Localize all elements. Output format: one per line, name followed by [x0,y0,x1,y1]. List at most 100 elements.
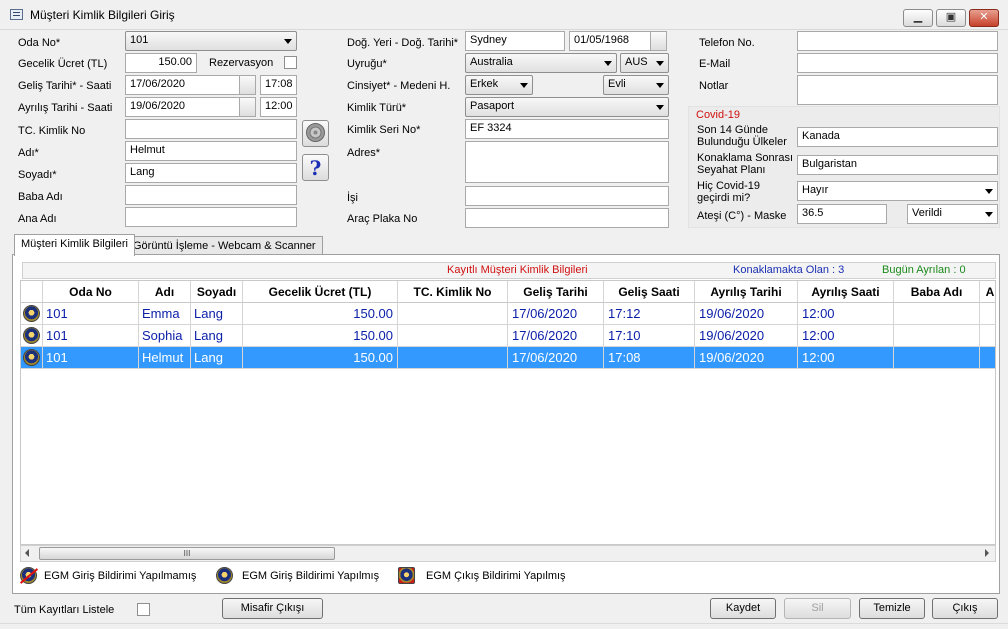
ana-input[interactable] [125,207,297,227]
notlar-label: Notlar [699,80,729,92]
legend-item-giris-yapilmamis: EGM Giriş Bildirimi Yapılmamış [20,566,210,586]
cell-adi: Helmut [139,347,191,368]
plan-input[interactable]: Bulgaristan [797,155,998,175]
cell-tc [398,303,508,324]
col-tc[interactable]: TC. Kimlik No [398,281,508,302]
grid-caption: Kayıtlı Müşteri Kimlik Bilgileri [447,264,588,276]
chevron-down-icon [604,61,612,66]
legend-item-cikis-yapilmis: EGM Çıkış Bildirimi Yapılmış [396,566,568,586]
table-row[interactable]: 101 Helmut Lang 150.00 17/06/2020 17:08 19/06/… [21,347,995,369]
kimlik-turu-select[interactable]: Pasaport [465,97,669,117]
dogum-tarihi-value: 01/05/1968 [574,34,630,46]
son14-label-line1: Son 14 Günde [697,124,768,136]
sil-button[interactable]: Sil [784,598,851,619]
tab-goruntu-isleme[interactable]: Görüntü İşleme - Webcam & Scanner [126,236,323,256]
rezervasyon-checkbox[interactable] [284,56,297,69]
col-gecelik[interactable]: Gecelik Ücret (TL) [243,281,398,302]
kaydet-button[interactable]: Kaydet [710,598,776,619]
notlar-textarea[interactable] [797,75,998,105]
grid-horizontal-scrollbar[interactable]: III [20,545,996,562]
tab-musteri-kimlik[interactable]: Müşteri Kimlik Bilgileri [14,234,135,256]
uyruk-code-select[interactable]: AUS [620,53,669,73]
maximize-button[interactable]: ▣ [936,9,966,27]
window-title: Müşteri Kimlik Bilgileri Giriş [30,8,175,22]
son14-label-line2: Bulunduğu Ülkeler [697,136,787,148]
isi-input[interactable] [465,186,669,206]
legend-label-2: EGM Giriş Bildirimi Yapılmış [242,570,380,582]
chevron-down-icon [520,83,528,88]
gelis-time-input[interactable]: 17:08 [260,75,297,95]
scroll-thumb[interactable]: III [39,547,335,560]
cell-tc [398,347,508,368]
col-ayrilis-saati[interactable]: Ayrılış Saati [798,281,894,302]
police-badge-icon [23,305,40,322]
email-input[interactable] [797,53,998,73]
gecelik-label: Gecelik Ücret (TL) [18,58,108,70]
kps-query-button[interactable] [302,120,329,147]
cell-soyadi: Lang [191,303,243,324]
gecirdi-select[interactable]: Hayır [797,181,998,201]
col-oda-no[interactable]: Oda No [43,281,139,302]
col-soyadi[interactable]: Soyadı [191,281,243,302]
table-row[interactable]: 101 Sophia Lang 150.00 17/06/2020 17:10 19/06/… [21,325,995,347]
col-adi[interactable]: Adı [139,281,191,302]
oda-no-label: Oda No* [18,37,61,49]
baba-input[interactable] [125,185,297,205]
son14-input[interactable]: Kanada [797,127,998,147]
kimlik-seri-input[interactable]: EF 3324 [465,119,669,139]
ayrilis-date-picker[interactable]: 19/06/2020 [125,97,256,117]
misafir-cikisi-button[interactable]: Misafir Çıkışı [222,598,323,619]
cell-gelis-saati: 17:08 [604,347,695,368]
gelis-date-picker[interactable]: 17/06/2020 [125,75,256,95]
calendar-dropdown-button[interactable] [239,98,255,116]
tum-kayitlar-checkbox[interactable] [137,603,150,616]
scroll-left-icon[interactable] [25,549,29,557]
customer-grid[interactable]: Oda No Adı Soyadı Gecelik Ücret (TL) TC.… [20,280,996,545]
close-button[interactable]: ✕ [969,9,999,27]
medeni-value: Evli [608,78,626,90]
gecirdi-value: Hayır [802,184,829,196]
minimize-button[interactable]: ▁ [903,9,933,27]
tc-input[interactable] [125,119,297,139]
col-gelis-tarihi[interactable]: Geliş Tarihi [508,281,604,302]
temizle-button[interactable]: Temizle [859,598,925,619]
cikis-button[interactable]: Çıkış [932,598,998,619]
gecelik-input[interactable]: 150.00 [125,53,197,73]
calendar-dropdown-button[interactable] [239,76,255,94]
arac-input[interactable] [465,208,669,228]
help-icon[interactable]: ? [302,154,329,181]
telefon-label: Telefon No. [699,37,755,49]
cell-gelis-tarihi: 17/06/2020 [508,303,604,324]
telefon-input[interactable] [797,31,998,51]
cell-gecelik: 150.00 [243,325,398,346]
table-row[interactable]: 101 Emma Lang 150.00 17/06/2020 17:12 19/06/20… [21,303,995,325]
police-badge-icon [216,567,233,584]
ates-input[interactable]: 36.5 [797,204,887,224]
cell-adi: Emma [139,303,191,324]
cell-gelis-saati: 17:10 [604,325,695,346]
oda-no-select[interactable]: 101 [125,31,297,51]
cinsiyet-value: Erkek [470,78,499,90]
cinsiyet-select[interactable]: Erkek [465,75,533,95]
calendar-dropdown-button[interactable] [650,32,666,50]
uyruk-select[interactable]: Australia [465,53,617,73]
soyadi-input[interactable]: Lang [125,163,297,183]
dogum-yeri-input[interactable]: Sydney [465,31,565,51]
col-ayrilis-tarihi[interactable]: Ayrılış Tarihi [695,281,798,302]
ayrilis-label: Ayrılış Tarihi - Saati [18,102,113,114]
dogum-tarihi-picker[interactable]: 01/05/1968 [569,31,667,51]
cell-adi: Sophia [139,325,191,346]
cell-oda-no: 101 [43,303,139,324]
col-ana-adi[interactable]: A [980,281,995,302]
adres-textarea[interactable] [465,141,669,183]
scroll-right-icon[interactable] [985,549,989,557]
baba-label: Baba Adı [18,191,63,203]
col-gelis-saati[interactable]: Geliş Saati [604,281,695,302]
maske-select[interactable]: Verildi [907,204,998,224]
medeni-select[interactable]: Evli [603,75,669,95]
cell-ana-adi [980,325,995,346]
adi-input[interactable]: Helmut [125,141,297,161]
cell-tc [398,325,508,346]
ayrilis-time-input[interactable]: 12:00 [260,97,297,117]
col-baba-adi[interactable]: Baba Adı [894,281,980,302]
